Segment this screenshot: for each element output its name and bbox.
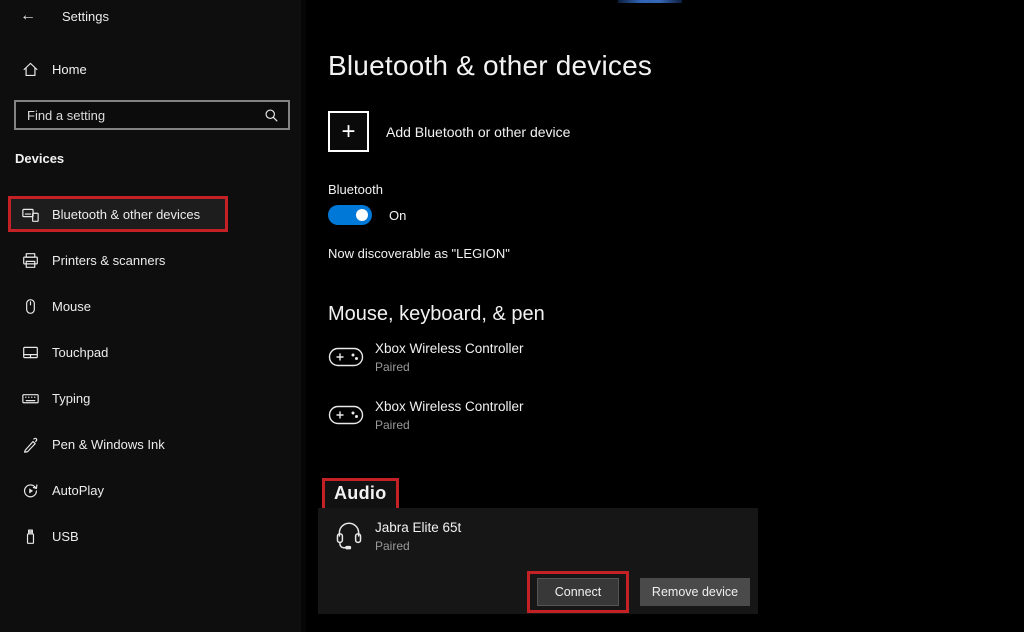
bluetooth-label: Bluetooth: [328, 182, 383, 197]
bluetooth-toggle[interactable]: [328, 205, 372, 225]
settings-window: ← Settings Home Devices: [0, 0, 1024, 632]
audio-device-card[interactable]: Jabra Elite 65t Paired Connect Remove de…: [318, 508, 758, 614]
bluetooth-toggle-row: On: [328, 205, 406, 225]
sidebar-item-usb[interactable]: USB: [0, 513, 301, 559]
toggle-knob: [356, 209, 368, 221]
audio-heading-annotation-box: Audio: [322, 478, 399, 511]
sidebar-item-label: USB: [52, 529, 79, 544]
sidebar-item-bluetooth-other-devices[interactable]: Bluetooth & other devices: [8, 196, 228, 232]
device-status: Paired: [375, 539, 461, 553]
sidebar-item-touchpad[interactable]: Touchpad: [0, 329, 301, 375]
sidebar-item-autoplay[interactable]: AutoPlay: [0, 467, 301, 513]
sidebar: ← Settings Home Devices: [0, 0, 306, 632]
sidebar-item-pen-windows-ink[interactable]: Pen & Windows Ink: [0, 421, 301, 467]
sidebar-item-label: AutoPlay: [52, 483, 104, 498]
remove-device-button[interactable]: Remove device: [640, 578, 750, 606]
sidebar-item-typing[interactable]: Typing: [0, 375, 301, 421]
mouse-keyboard-pen-heading: Mouse, keyboard, & pen: [328, 303, 545, 326]
add-device-label: Add Bluetooth or other device: [386, 124, 570, 140]
home-icon: [22, 61, 39, 78]
device-row-xbox-1[interactable]: Xbox Wireless Controller Paired: [328, 341, 524, 374]
toggle-state-label: On: [389, 208, 406, 223]
sidebar-item-label: Printers & scanners: [52, 253, 165, 268]
devices-icon: [22, 206, 39, 223]
search-icon[interactable]: [264, 108, 279, 123]
main-content: Bluetooth & other devices + Add Bluetoot…: [306, 0, 1024, 632]
device-name: Xbox Wireless Controller: [375, 399, 524, 414]
partial-blue-bar: [618, 0, 682, 3]
sidebar-section-label: Devices: [15, 151, 64, 166]
device-name: Jabra Elite 65t: [375, 520, 461, 535]
connect-button[interactable]: Connect: [537, 578, 619, 606]
headset-icon: [335, 520, 363, 553]
touchpad-icon: [22, 344, 39, 361]
sidebar-item-label: Typing: [52, 391, 90, 406]
keyboard-icon: [22, 390, 39, 407]
sidebar-item-mouse[interactable]: Mouse: [0, 283, 301, 329]
sidebar-item-label: Bluetooth & other devices: [52, 207, 200, 222]
gamepad-icon: [328, 402, 364, 432]
search-box[interactable]: [14, 100, 290, 130]
device-row-jabra[interactable]: Jabra Elite 65t Paired: [335, 520, 461, 553]
usb-icon: [22, 528, 39, 545]
home-label: Home: [52, 62, 87, 77]
device-info: Xbox Wireless Controller Paired: [375, 399, 524, 432]
plus-glyph: +: [341, 120, 355, 144]
search-input[interactable]: [27, 108, 264, 123]
autoplay-icon: [22, 482, 39, 499]
titlebar: ← Settings: [20, 8, 109, 24]
sidebar-item-label: Touchpad: [52, 345, 108, 360]
gamepad-icon: [328, 344, 364, 374]
plus-icon: +: [328, 111, 369, 152]
device-status: Paired: [375, 360, 524, 374]
sidebar-item-printers-scanners[interactable]: Printers & scanners: [0, 237, 301, 283]
back-arrow-icon[interactable]: ←: [20, 8, 36, 24]
pen-icon: [22, 436, 39, 453]
device-info: Jabra Elite 65t Paired: [375, 520, 461, 553]
device-status: Paired: [375, 418, 524, 432]
device-name: Xbox Wireless Controller: [375, 341, 524, 356]
printer-icon: [22, 252, 39, 269]
audio-heading: Audio: [334, 483, 387, 503]
app-title: Settings: [62, 9, 109, 24]
page-title: Bluetooth & other devices: [328, 50, 652, 82]
device-row-xbox-2[interactable]: Xbox Wireless Controller Paired: [328, 399, 524, 432]
discoverable-text: Now discoverable as "LEGION": [328, 246, 510, 261]
add-bluetooth-device-button[interactable]: + Add Bluetooth or other device: [328, 111, 570, 152]
device-info: Xbox Wireless Controller Paired: [375, 341, 524, 374]
sidebar-item-label: Mouse: [52, 299, 91, 314]
mouse-icon: [22, 298, 39, 315]
sidebar-item-label: Pen & Windows Ink: [52, 437, 165, 452]
sidebar-nav: Bluetooth & other devices Printers & sca…: [0, 191, 301, 559]
connect-annotation-box: Connect: [527, 571, 629, 613]
sidebar-item-home[interactable]: Home: [22, 61, 87, 78]
